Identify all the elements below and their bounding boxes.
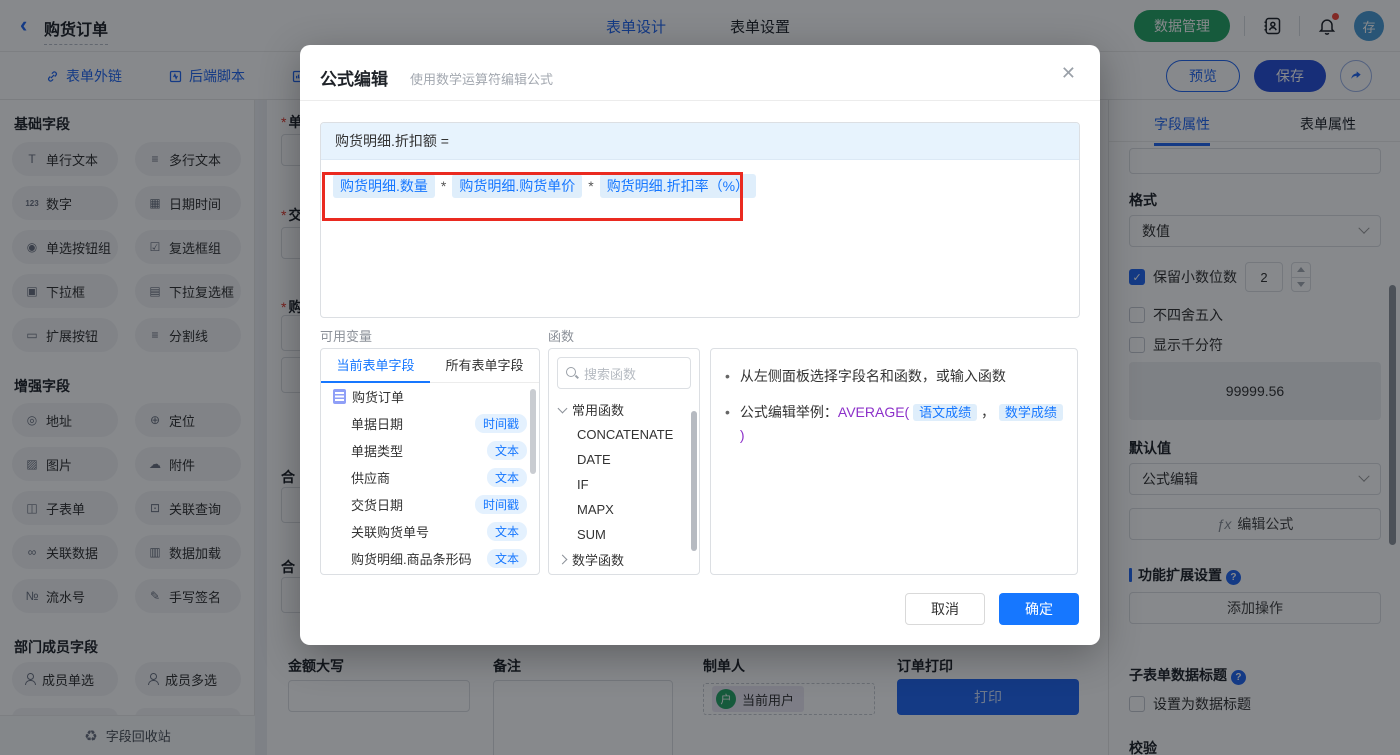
type-badge: 文本 (486, 549, 527, 568)
variable-row[interactable]: 交货日期 时间戳 (321, 491, 539, 518)
function-item[interactable]: SUM (549, 522, 699, 547)
example-token: 语文成绩 (913, 404, 978, 421)
modal-title: 公式编辑 (320, 70, 388, 89)
cancel-button[interactable]: 取消 (905, 593, 985, 625)
variable-row[interactable]: 购货明细.商品条形码 文本 (321, 545, 539, 572)
hint-line-2: • 公式编辑举例：AVERAGE( 语文成绩 ， 数学成绩 ) (725, 401, 1063, 446)
hint-panel: • 从左侧面板选择字段名和函数，或输入函数 • 公式编辑举例：AVERAGE( … (710, 348, 1078, 575)
formula-edit-modal: 公式编辑 使用数学运算符编辑公式 ✕ 购货明细.折扣额 = 购货明细.数量 * … (300, 45, 1100, 645)
search-placeholder: 搜索函数 (584, 366, 637, 382)
search-icon (566, 367, 578, 379)
scrollbar-thumb[interactable] (530, 389, 536, 474)
formula-expression[interactable]: 购货明细.数量 * 购货明细.购货单价 * 购货明细.折扣率（%） (321, 160, 1079, 212)
formula-token[interactable]: 购货明细.数量 (333, 174, 435, 198)
variables-tabs: 当前表单字段 所有表单字段 (321, 349, 539, 383)
tab-current-form-fields[interactable]: 当前表单字段 (321, 349, 430, 383)
function-item[interactable]: CONCATENATE (549, 422, 699, 447)
function-item[interactable]: DATE (549, 447, 699, 472)
variable-row[interactable]: 单据日期 时间戳 (321, 410, 539, 437)
type-badge: 时间戳 (474, 495, 527, 514)
type-badge: 文本 (486, 441, 527, 460)
function-item[interactable]: MAPX (549, 497, 699, 522)
function-name-example: ) (739, 427, 745, 443)
confirm-button[interactable]: 确定 (999, 593, 1079, 625)
function-name-example: AVERAGE( (837, 404, 910, 420)
function-group-text[interactable]: 文本函数 (549, 572, 699, 574)
functions-panel: 搜索函数 常用函数 CONCATENATE DATE IF MAPX SUM 数… (548, 348, 700, 575)
variable-row[interactable]: 供应商 文本 (321, 464, 539, 491)
functions-section-label: 函数 (548, 329, 575, 344)
function-group-math[interactable]: 数学函数 (549, 547, 699, 572)
type-badge: 文本 (486, 468, 527, 487)
function-group-common[interactable]: 常用函数 (549, 397, 699, 422)
example-token: 数学成绩 (998, 404, 1063, 421)
tree-root-form[interactable]: 购货订单 (321, 383, 539, 410)
divider (300, 100, 1100, 101)
operator: * (588, 178, 594, 194)
operator: * (440, 178, 447, 194)
chevron-right-icon (557, 554, 568, 565)
variable-row[interactable]: 关联购货单号 文本 (321, 518, 539, 545)
app-window: ‹ 购货订单 表单设计 表单设置 数据管理 存 表单外链 后端脚本 预览 保存 … (0, 0, 1400, 755)
type-badge: 时间戳 (474, 414, 527, 433)
document-icon (333, 389, 346, 404)
close-icon[interactable]: ✕ (1061, 63, 1076, 84)
variable-row[interactable]: 单据类型 文本 (321, 437, 539, 464)
variables-section-label: 可用变量 (320, 329, 373, 344)
scrollbar-thumb[interactable] (691, 411, 697, 551)
formula-token[interactable]: 购货明细.购货单价 (452, 174, 583, 198)
function-item[interactable]: IF (549, 472, 699, 497)
bullet: • (725, 404, 730, 420)
bullet: • (725, 368, 730, 384)
variables-panel: 当前表单字段 所有表单字段 购货订单 单据日期 时间戳 单据类型 文本 供应商 文本 … (320, 348, 540, 575)
formula-editor[interactable]: 购货明细.折扣额 = 购货明细.数量 * 购货明细.购货单价 * 购货明细.折扣… (320, 122, 1080, 318)
formula-token[interactable]: 购货明细.折扣率（%） (599, 174, 757, 198)
modal-subtitle: 使用数学运算符编辑公式 (410, 72, 554, 87)
formula-target: 购货明细.折扣额 = (321, 123, 1079, 160)
type-badge: 文本 (486, 522, 527, 541)
chevron-down-icon (557, 403, 568, 413)
hint-line-1: • 从左侧面板选择字段名和函数，或输入函数 (725, 365, 1063, 387)
function-search-input[interactable]: 搜索函数 (557, 357, 691, 389)
tab-all-form-fields[interactable]: 所有表单字段 (430, 349, 539, 383)
